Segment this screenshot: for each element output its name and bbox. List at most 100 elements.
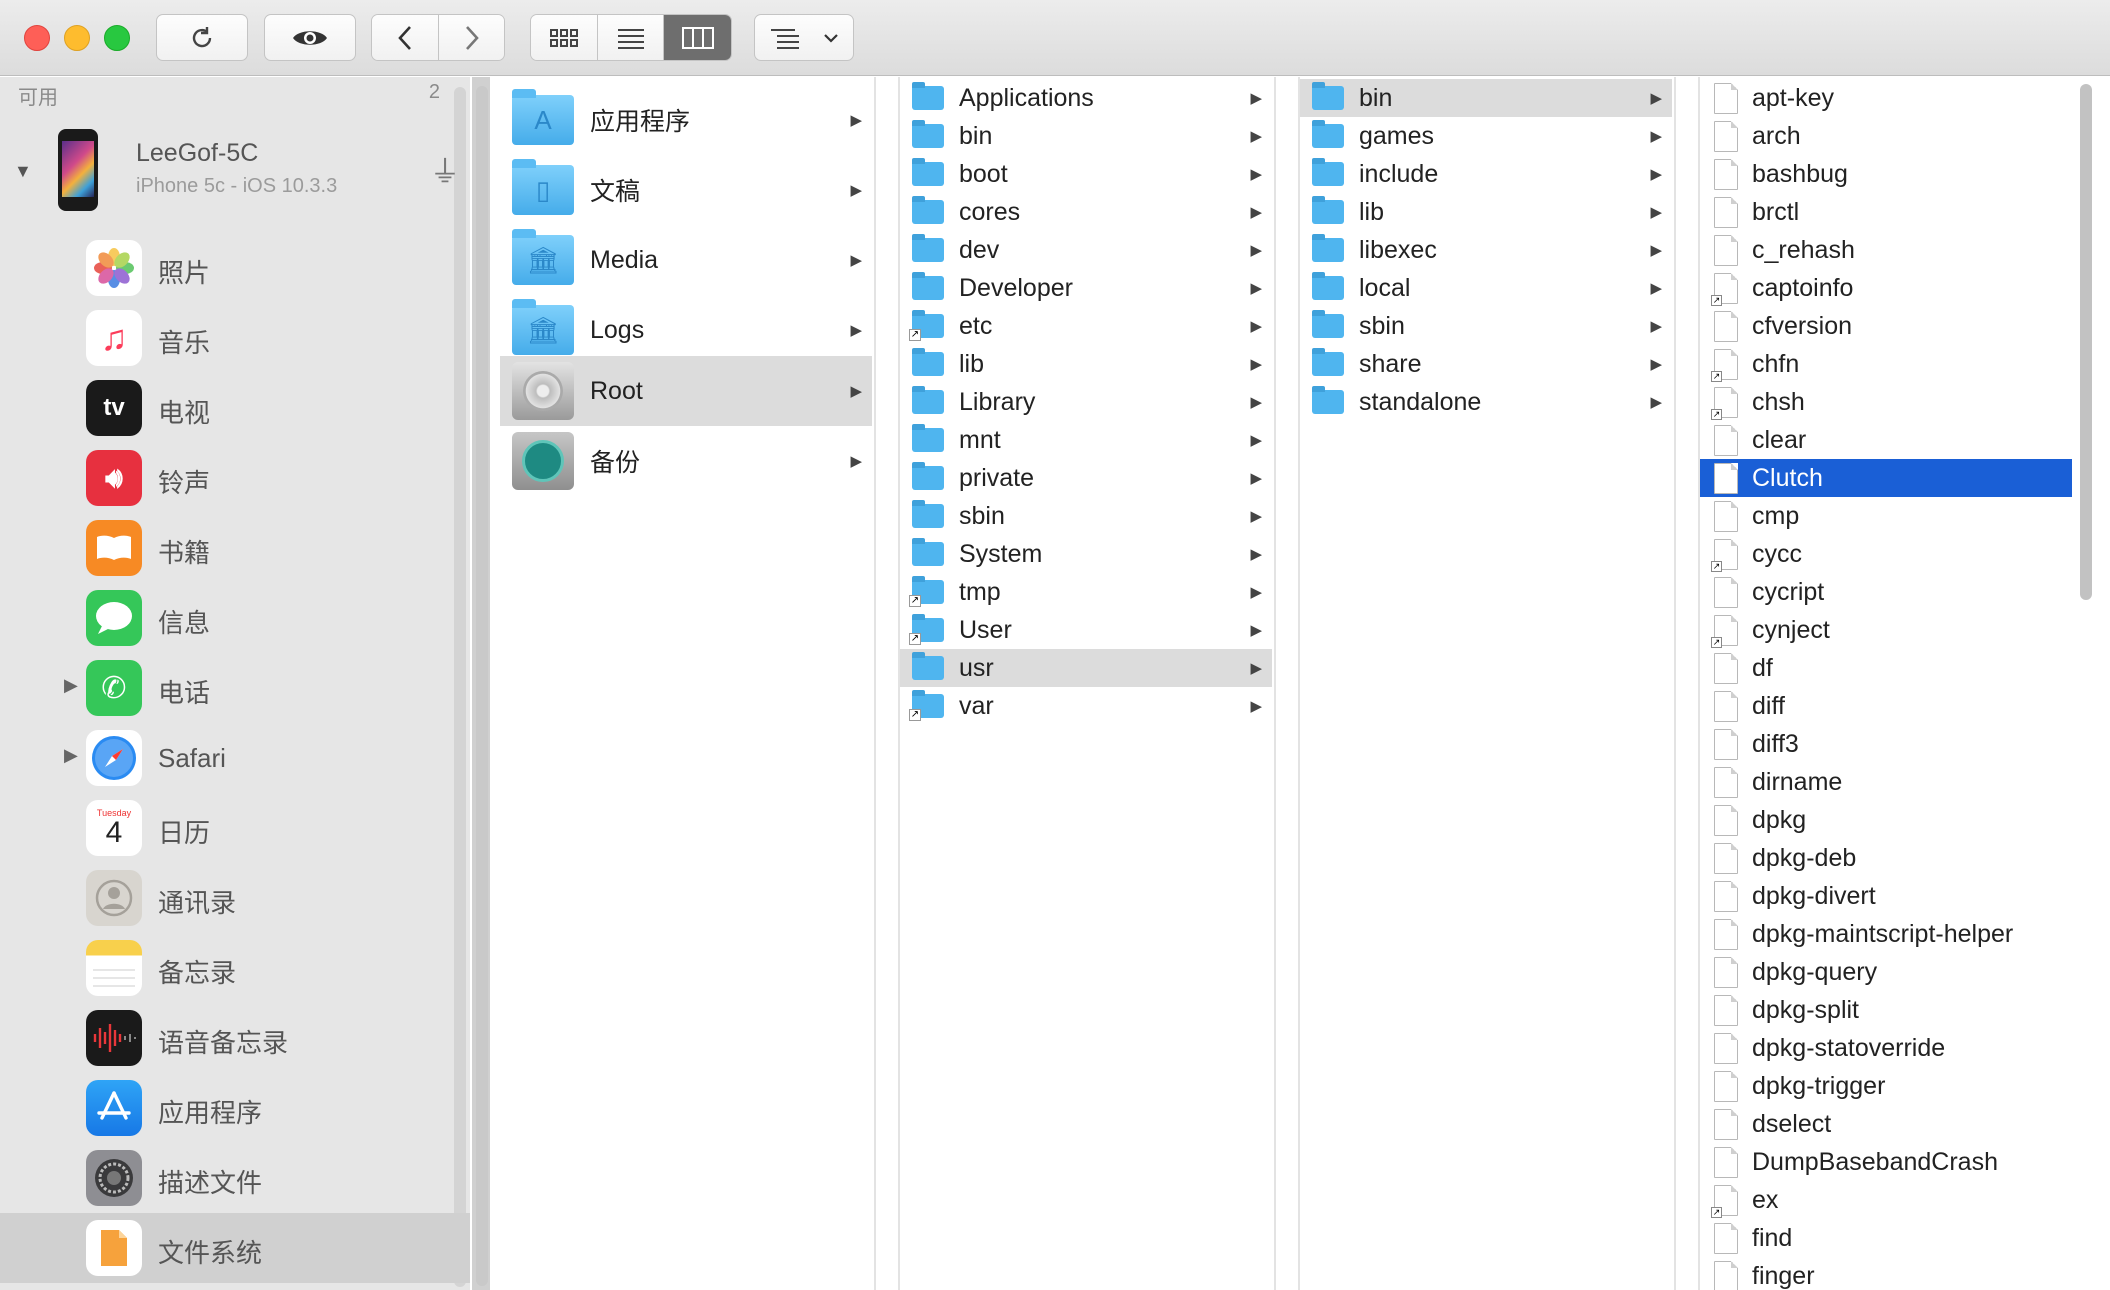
- column-divider[interactable]: [874, 77, 876, 1290]
- sidebar-item-profiles[interactable]: 描述文件: [0, 1143, 470, 1213]
- device-row[interactable]: ▼ LeeGof-5C iPhone 5c - iOS 10.3.3 ⏚: [0, 123, 470, 219]
- disclosure-arrow-icon: ▶: [1250, 90, 1262, 107]
- sidebar-item-file-system[interactable]: 文件系统: [0, 1213, 470, 1283]
- list-item[interactable]: c_rehash: [1700, 231, 2072, 269]
- forward-button[interactable]: [438, 15, 504, 60]
- list-item[interactable]: dpkg-trigger: [1700, 1067, 2072, 1105]
- list-item[interactable]: cmp: [1700, 497, 2072, 535]
- list-item-selected[interactable]: Clutch: [1700, 459, 2072, 497]
- list-item[interactable]: Applications ▶: [900, 79, 1272, 117]
- list-item[interactable]: dpkg: [1700, 801, 2072, 839]
- list-item[interactable]: games ▶: [1300, 117, 1672, 155]
- expand-triangle-icon[interactable]: ▶: [64, 675, 78, 696]
- list-item[interactable]: cores ▶: [900, 193, 1272, 231]
- list-item[interactable]: dpkg-divert: [1700, 877, 2072, 915]
- list-item[interactable]: dpkg-query: [1700, 953, 2072, 991]
- list-item[interactable]: dpkg-maintscript-helper: [1700, 915, 2072, 953]
- list-item[interactable]: include ▶: [1300, 155, 1672, 193]
- back-button[interactable]: [372, 15, 438, 60]
- list-item[interactable]: brctl: [1700, 193, 2072, 231]
- list-item-selected[interactable]: bin ▶: [1300, 79, 1672, 117]
- sidebar-item-books[interactable]: 书籍: [0, 513, 470, 583]
- list-item[interactable]: DumpBasebandCrash: [1700, 1143, 2072, 1181]
- list-item[interactable]: find: [1700, 1219, 2072, 1257]
- sidebar-item-apps[interactable]: 应用程序: [0, 1073, 470, 1143]
- sidebar-item-calendar[interactable]: Tuesday 4 日历: [0, 793, 470, 863]
- list-item[interactable]: ▯ 文稿 ▶: [500, 155, 872, 225]
- list-item[interactable]: diff: [1700, 687, 2072, 725]
- list-item[interactable]: private ▶: [900, 459, 1272, 497]
- list-item[interactable]: 🏛︎ Logs ▶: [500, 295, 872, 365]
- sidebar-item-tv[interactable]: tv 电视: [0, 373, 470, 443]
- list-item[interactable]: df: [1700, 649, 2072, 687]
- list-item[interactable]: lib ▶: [900, 345, 1272, 383]
- list-item[interactable]: clear: [1700, 421, 2072, 459]
- sidebar-item-photos[interactable]: 照片: [0, 233, 470, 303]
- list-item[interactable]: cycript: [1700, 573, 2072, 611]
- close-window-button[interactable]: [24, 25, 50, 51]
- list-item[interactable]: 备份 ▶: [500, 426, 872, 496]
- sidebar-item-voice-memos[interactable]: 语音备忘录: [0, 1003, 470, 1073]
- list-item[interactable]: dselect: [1700, 1105, 2072, 1143]
- list-item[interactable]: cfversion: [1700, 307, 2072, 345]
- list-item[interactable]: ↗ cynject: [1700, 611, 2072, 649]
- list-item[interactable]: diff3: [1700, 725, 2072, 763]
- list-item[interactable]: dpkg-deb: [1700, 839, 2072, 877]
- list-item[interactable]: ↗ cycc: [1700, 535, 2072, 573]
- list-item-selected[interactable]: usr ▶: [900, 649, 1272, 687]
- list-item[interactable]: boot ▶: [900, 155, 1272, 193]
- list-item[interactable]: sbin ▶: [1300, 307, 1672, 345]
- column-divider[interactable]: [1274, 77, 1276, 1290]
- list-item[interactable]: ↗ etc ▶: [900, 307, 1272, 345]
- list-item[interactable]: sbin ▶: [900, 497, 1272, 535]
- list-item[interactable]: ↗ ex: [1700, 1181, 2072, 1219]
- list-item[interactable]: ↗ var ▶: [900, 687, 1272, 725]
- list-item[interactable]: ↗ tmp ▶: [900, 573, 1272, 611]
- list-item[interactable]: mnt ▶: [900, 421, 1272, 459]
- sidebar-item-notes[interactable]: 备忘录: [0, 933, 470, 1003]
- sidebar-item-safari[interactable]: ▶ Safari: [0, 723, 470, 793]
- list-item[interactable]: bin ▶: [900, 117, 1272, 155]
- column-4-scrollbar[interactable]: [2080, 84, 2092, 600]
- sidebar-item-ringtones[interactable]: 🔊︎ 铃声: [0, 443, 470, 513]
- list-item[interactable]: ↗ captoinfo: [1700, 269, 2072, 307]
- list-item[interactable]: Developer ▶: [900, 269, 1272, 307]
- quick-look-button[interactable]: [264, 14, 356, 61]
- list-item[interactable]: dpkg-split: [1700, 991, 2072, 1029]
- sidebar-item-messages[interactable]: 信息: [0, 583, 470, 653]
- list-item[interactable]: local ▶: [1300, 269, 1672, 307]
- sidebar-item-music[interactable]: ♫ 音乐: [0, 303, 470, 373]
- list-item[interactable]: A 应用程序 ▶: [500, 85, 872, 155]
- list-item[interactable]: share ▶: [1300, 345, 1672, 383]
- list-item[interactable]: dev ▶: [900, 231, 1272, 269]
- list-item[interactable]: ↗ User ▶: [900, 611, 1272, 649]
- column-view-button[interactable]: [663, 15, 731, 60]
- list-item-selected[interactable]: Root ▶: [500, 356, 872, 426]
- icon-view-button[interactable]: [531, 15, 597, 60]
- device-collapse-icon[interactable]: ▼: [14, 161, 32, 182]
- column-divider[interactable]: [1674, 77, 1676, 1290]
- list-item[interactable]: ↗ chfn: [1700, 345, 2072, 383]
- sidebar-inner-scrollbar[interactable]: [476, 86, 488, 1286]
- list-item[interactable]: standalone ▶: [1300, 383, 1672, 421]
- list-item[interactable]: apt-key: [1700, 79, 2072, 117]
- list-item[interactable]: libexec ▶: [1300, 231, 1672, 269]
- zoom-window-button[interactable]: [104, 25, 130, 51]
- refresh-button[interactable]: [156, 14, 248, 61]
- list-view-button[interactable]: [597, 15, 663, 60]
- sidebar-item-phone[interactable]: ▶ ✆ 电话: [0, 653, 470, 723]
- list-item[interactable]: bashbug: [1700, 155, 2072, 193]
- arrange-dropdown[interactable]: [754, 14, 854, 61]
- list-item[interactable]: ↗ chsh: [1700, 383, 2072, 421]
- list-item[interactable]: arch: [1700, 117, 2072, 155]
- sidebar-item-contacts[interactable]: 通讯录: [0, 863, 470, 933]
- list-item[interactable]: finger: [1700, 1257, 2072, 1290]
- list-item[interactable]: lib ▶: [1300, 193, 1672, 231]
- list-item[interactable]: dirname: [1700, 763, 2072, 801]
- list-item[interactable]: dpkg-statoverride: [1700, 1029, 2072, 1067]
- list-item[interactable]: 🏛︎ Media ▶: [500, 225, 872, 295]
- expand-triangle-icon[interactable]: ▶: [64, 745, 78, 766]
- minimize-window-button[interactable]: [64, 25, 90, 51]
- list-item[interactable]: Library ▶: [900, 383, 1272, 421]
- list-item[interactable]: System ▶: [900, 535, 1272, 573]
